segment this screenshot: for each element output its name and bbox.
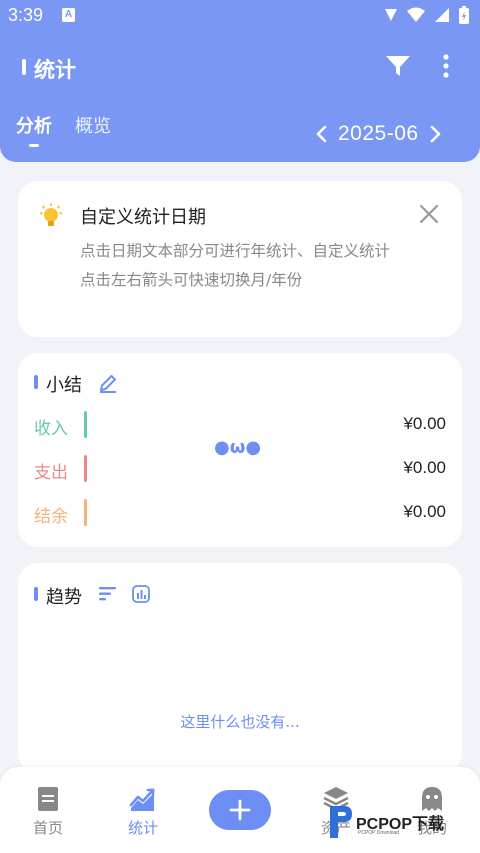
expense-label: 支出 bbox=[34, 463, 68, 483]
bar-chart-icon[interactable] bbox=[131, 584, 151, 604]
header: 3:39 A 统计 分析 概览 2025-06 bbox=[0, 0, 480, 162]
income-bar bbox=[84, 411, 87, 438]
watermark: PCPOP下载 PCPOP Download bbox=[322, 800, 480, 850]
filter-icon[interactable] bbox=[384, 52, 412, 80]
summary-card: 小结 收入 ¥0.00 支出 ¥0.00 结余 ¥0.00 ●ω● bbox=[18, 353, 462, 547]
balance-value: ¥0.00 bbox=[403, 502, 446, 521]
watermark-logo-icon bbox=[330, 806, 352, 838]
signal-icon bbox=[385, 9, 397, 21]
nav-stats-label: 统计 bbox=[127, 819, 158, 837]
tip-line-2: 点击左右箭头可快速切换月/年份 bbox=[80, 271, 303, 289]
close-icon[interactable] bbox=[418, 203, 440, 225]
empty-state-text: 这里什么也没有... bbox=[180, 713, 300, 731]
battery-icon bbox=[459, 6, 469, 24]
date-label[interactable]: 2025-06 bbox=[338, 122, 419, 146]
expense-value: ¥0.00 bbox=[403, 458, 446, 477]
status-bar: 3:39 A bbox=[0, 0, 480, 32]
cell-signal-icon bbox=[435, 8, 449, 22]
income-value: ¥0.00 bbox=[403, 414, 446, 433]
tab-overview[interactable]: 概览 bbox=[75, 112, 111, 138]
balance-row: 结余 ¥0.00 bbox=[34, 499, 446, 529]
lightbulb-icon bbox=[39, 203, 63, 226]
nav-home-label: 首页 bbox=[32, 819, 63, 837]
edit-icon[interactable] bbox=[98, 373, 118, 393]
trend-title: 趋势 bbox=[46, 587, 82, 608]
chevron-left-icon bbox=[316, 125, 327, 143]
watermark-subtext: PCPOP Download bbox=[358, 830, 400, 836]
chart-icon bbox=[129, 788, 155, 811]
nav-stats[interactable]: 统计 bbox=[108, 785, 178, 838]
trend-card: 趋势 这里什么也没有... bbox=[18, 563, 462, 773]
wifi-icon bbox=[407, 7, 425, 22]
title-accent-mark bbox=[22, 59, 26, 75]
tab-indicator bbox=[29, 144, 39, 147]
status-time: 3:39 bbox=[8, 5, 44, 25]
add-button[interactable] bbox=[209, 790, 271, 830]
balance-label: 结余 bbox=[34, 507, 68, 527]
more-icon[interactable] bbox=[432, 52, 460, 80]
sort-icon[interactable] bbox=[98, 585, 118, 603]
plus-icon bbox=[229, 799, 251, 821]
section-accent-mark bbox=[34, 375, 38, 389]
a-icon: A bbox=[62, 8, 75, 22]
next-month-button[interactable] bbox=[425, 119, 445, 149]
expense-bar bbox=[84, 455, 87, 482]
date-navigator: 2025-06 bbox=[312, 116, 445, 152]
section-accent-mark bbox=[34, 587, 38, 601]
expense-row: 支出 ¥0.00 bbox=[34, 455, 446, 485]
empty-face: ●ω● bbox=[214, 437, 262, 458]
page-title: 统计 bbox=[34, 58, 76, 82]
tip-line-1: 点击日期文本部分可进行年统计、自定义统计 bbox=[80, 242, 391, 260]
income-label: 收入 bbox=[34, 419, 68, 439]
document-icon bbox=[38, 787, 58, 811]
tip-body: 点击日期文本部分可进行年统计、自定义统计 点击左右箭头可快速切换月/年份 bbox=[80, 237, 410, 295]
prev-month-button[interactable] bbox=[312, 119, 332, 149]
chevron-right-icon bbox=[430, 125, 440, 143]
balance-bar bbox=[84, 499, 87, 526]
summary-title: 小结 bbox=[46, 375, 82, 396]
tip-title: 自定义统计日期 bbox=[80, 207, 206, 228]
status-icons bbox=[384, 5, 470, 25]
tip-card: 自定义统计日期 点击日期文本部分可进行年统计、自定义统计 点击左右箭头可快速切换… bbox=[18, 181, 462, 337]
tab-analysis[interactable]: 分析 bbox=[16, 112, 52, 138]
nav-home[interactable]: 首页 bbox=[13, 785, 83, 838]
title-bar: 统计 bbox=[0, 48, 480, 92]
